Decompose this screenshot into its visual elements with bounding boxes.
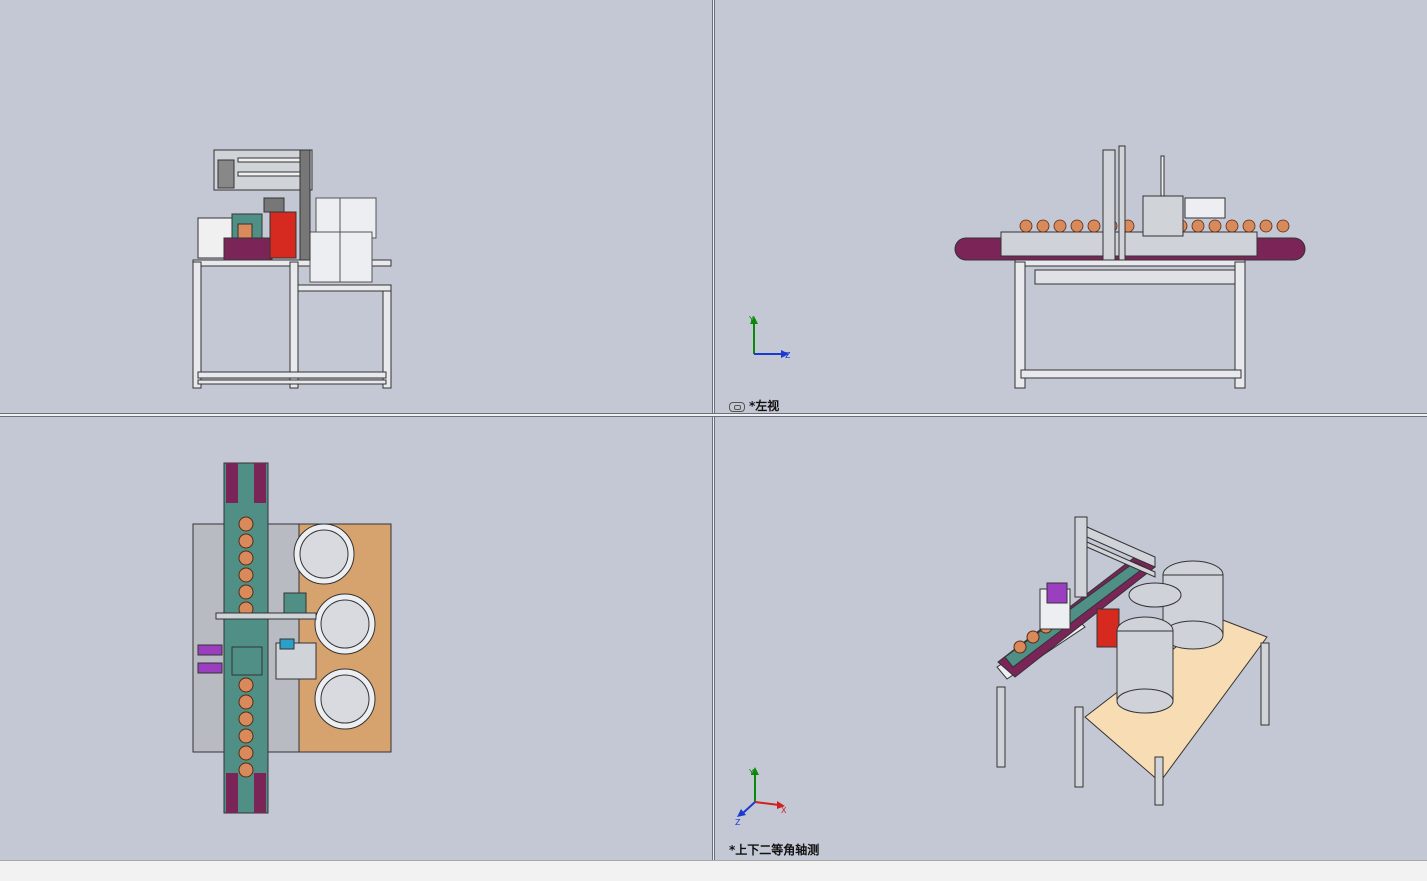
viewport-isometric[interactable]: Y X Z *上下二等角轴测 xyxy=(715,417,1427,860)
viewport-label-left[interactable]: *左视 xyxy=(729,397,779,413)
axis-triad-iso: Y X Z xyxy=(735,767,795,831)
viewport-left-view[interactable]: Y Z *左视 xyxy=(715,0,1427,413)
status-bar xyxy=(0,860,1427,881)
viewport-top-view[interactable] xyxy=(0,417,712,860)
triad-iso-y-label: Y xyxy=(748,768,754,777)
viewport-label-iso[interactable]: *上下二等角轴测 xyxy=(729,841,819,858)
axis-triad: Y Z xyxy=(745,312,795,366)
viewport-splitter-vertical[interactable] xyxy=(712,0,715,860)
triad-iso-x-label: X xyxy=(781,806,787,815)
viewport-title-left: *左视 xyxy=(749,399,780,413)
machine-top-view xyxy=(192,462,392,814)
triad-y-label: Y xyxy=(748,315,754,324)
machine-left-view xyxy=(954,145,1306,389)
link-view-icon[interactable] xyxy=(729,401,745,412)
machine-front-view xyxy=(192,149,392,389)
viewport-title-iso: *上下二等角轴测 xyxy=(729,843,820,857)
machine-isometric-view xyxy=(996,516,1270,806)
triad-z-label: Z xyxy=(785,351,791,360)
triad-iso-z-label: Z xyxy=(735,818,741,827)
viewport-splitter-horizontal[interactable] xyxy=(0,413,1427,417)
viewport-front[interactable] xyxy=(0,0,712,413)
